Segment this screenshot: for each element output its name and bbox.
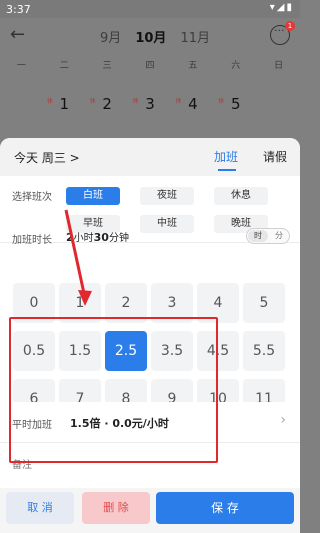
holiday-tag: 休	[175, 98, 182, 105]
day-number: 2	[102, 95, 112, 113]
back-arrow-icon[interactable]: ←	[10, 24, 25, 45]
calendar-header: ← 9月 10月 11月 1	[0, 18, 300, 54]
day-number: 1	[59, 95, 70, 113]
toggle-hour[interactable]: 时	[248, 230, 268, 242]
duration-minutes: 30	[93, 231, 109, 244]
duration-value: 2小时30分钟	[66, 229, 129, 244]
tab-leave[interactable]: 请假	[263, 148, 287, 165]
calendar-day[interactable]: 休2	[86, 92, 129, 122]
weekday-row: 一 二 三 四 五 六 日	[0, 58, 300, 71]
toggle-minute[interactable]: 分	[270, 230, 288, 242]
shift-label: 选择班次	[12, 192, 52, 203]
weekday-label: 三	[102, 61, 112, 71]
duration-hours-unit: 小时	[73, 233, 94, 244]
date-selector[interactable]: 今天 周三 >	[14, 149, 80, 166]
month-switcher: 9月 10月 11月	[100, 27, 210, 46]
shift-chip-day[interactable]: 白班	[66, 187, 120, 205]
calendar-day[interactable]	[257, 92, 300, 122]
weekday-label: 一	[16, 61, 26, 71]
calendar-day[interactable]	[0, 92, 43, 122]
shift-chip-rest[interactable]: 休息	[214, 187, 268, 205]
save-button[interactable]: 保 存	[156, 492, 294, 524]
month-next[interactable]: 11月	[180, 27, 210, 46]
cancel-button[interactable]: 取 消	[6, 492, 74, 524]
weekday-label: 日	[274, 61, 284, 71]
delete-button[interactable]: 删 除	[82, 492, 150, 524]
calendar-day[interactable]: 休3	[129, 92, 172, 122]
calendar-day[interactable]: 休1	[43, 92, 86, 122]
day-number: 4	[188, 95, 198, 113]
notification-badge: 1	[285, 21, 295, 31]
status-time: 3:37	[6, 3, 31, 16]
weekday-label: 二	[59, 61, 69, 71]
status-icons: ▾◢▮	[269, 2, 294, 13]
calendar-date-row: 休1 休2 休3 休4 休5	[0, 92, 300, 122]
hour-option[interactable]: 5	[243, 283, 285, 323]
status-bar: 3:37 ▾◢▮	[0, 0, 300, 18]
shift-chip-middle[interactable]: 中班	[140, 215, 194, 233]
chevron-right-icon: ›	[280, 412, 286, 428]
holiday-tag: 休	[46, 98, 53, 105]
month-current[interactable]: 10月	[135, 27, 166, 46]
hour-option[interactable]: 5.5	[243, 331, 285, 371]
annotation-highlight-box	[9, 317, 218, 463]
calendar-day[interactable]: 休4	[171, 92, 214, 122]
shift-chip-night[interactable]: 夜班	[140, 187, 194, 205]
unit-toggle[interactable]: 时 分	[246, 228, 290, 244]
weekday-label: 六	[231, 61, 241, 71]
duration-hours: 2	[66, 231, 74, 244]
duration-minutes-unit: 分钟	[108, 233, 129, 244]
calendar-day[interactable]: 休5	[214, 92, 257, 122]
holiday-tag: 休	[132, 98, 139, 105]
weekday-label: 五	[188, 61, 198, 71]
active-tab-indicator	[218, 169, 236, 171]
month-prev[interactable]: 9月	[100, 27, 121, 46]
day-number: 3	[145, 95, 155, 113]
day-number: 5	[230, 95, 241, 113]
sheet-header: 今天 周三 > 加班 请假	[0, 138, 300, 176]
action-bar: 取 消 删 除 保 存	[0, 488, 300, 533]
weekday-label: 四	[145, 61, 155, 71]
holiday-tag: 休	[89, 98, 96, 105]
duration-label: 加班时长	[12, 235, 52, 246]
holiday-tag: 休	[218, 98, 225, 105]
tab-overtime[interactable]: 加班	[214, 148, 238, 165]
